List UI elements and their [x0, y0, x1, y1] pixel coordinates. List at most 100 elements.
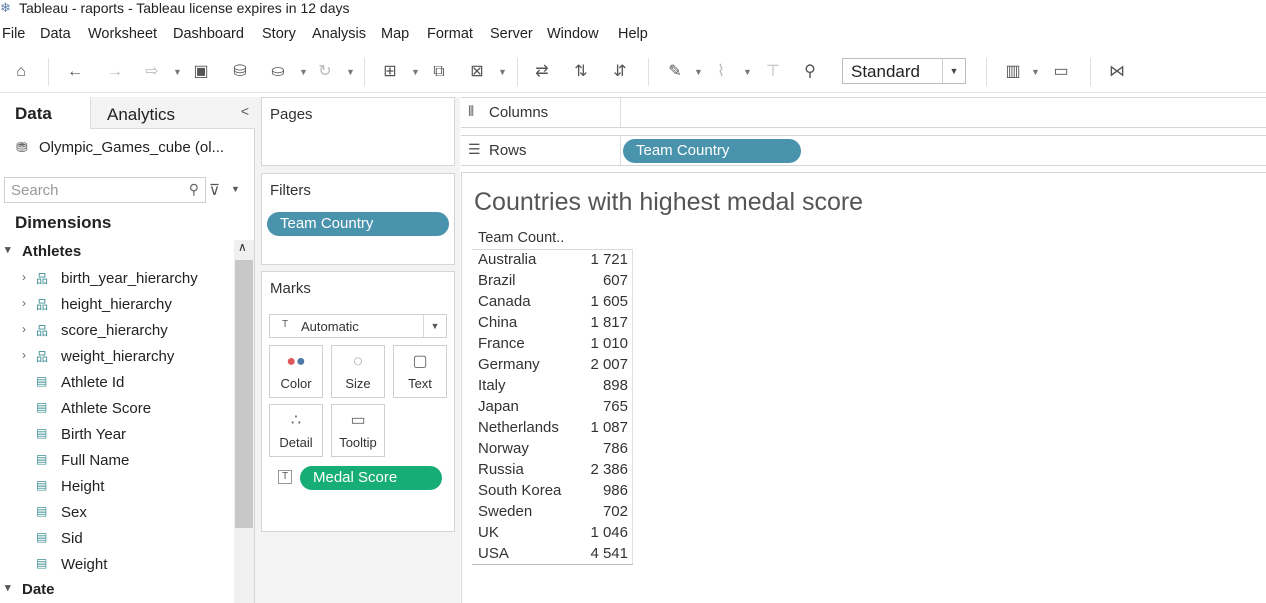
clear-caret-icon[interactable]: ▼ — [498, 62, 507, 82]
menu-story[interactable]: Story — [262, 26, 296, 42]
menu-help[interactable]: Help — [618, 26, 648, 42]
search-icon[interactable]: ⚲ — [189, 181, 199, 198]
pages-card[interactable]: Pages — [261, 97, 455, 166]
refresh-icon[interactable]: ↻ — [314, 62, 336, 82]
duplicate-icon[interactable]: ⧉ — [428, 62, 450, 82]
menu-dashboard[interactable]: Dashboard — [173, 26, 244, 42]
filter-pill-team-country[interactable]: Team Country — [267, 212, 449, 236]
table-row[interactable]: Russia 2 386 — [472, 459, 633, 480]
field-birth-year[interactable]: ▤ Birth Year — [0, 423, 232, 449]
chevron-right-icon[interactable]: › — [22, 348, 26, 362]
field-height[interactable]: ▤ Height — [0, 475, 232, 501]
table-row[interactable]: UK 1 046 — [472, 522, 633, 543]
field-sex[interactable]: ▤ Sex — [0, 501, 232, 527]
table-row[interactable]: South Korea 986 — [472, 480, 633, 501]
undo-icon[interactable]: ← — [64, 62, 86, 82]
chevron-right-icon[interactable]: › — [22, 322, 26, 336]
show-me-icon[interactable]: ▥ — [1002, 62, 1024, 82]
menu-file[interactable]: File — [2, 26, 25, 42]
field-sid[interactable]: ▤ Sid — [0, 527, 232, 553]
menu-map[interactable]: Map — [381, 26, 409, 42]
field-height-hierarchy[interactable]: › 品 height_hierarchy — [0, 293, 232, 319]
column-header-team-country[interactable]: Team Count.. — [478, 230, 564, 246]
table-row[interactable]: Brazil 607 — [472, 270, 633, 291]
new-datasource-icon[interactable]: ⛁ — [229, 62, 251, 82]
mark-type-select[interactable]: T Automatic ▼ — [269, 314, 447, 338]
chevron-down-icon[interactable]: ▾ — [5, 581, 11, 594]
table-row[interactable]: Australia 1 721 — [472, 249, 633, 270]
table-row[interactable]: France 1 010 — [472, 333, 633, 354]
table-row[interactable]: Italy 898 — [472, 375, 633, 396]
pause-caret-icon[interactable]: ▼ — [299, 62, 308, 82]
tooltip-button[interactable]: ▭ Tooltip — [331, 404, 385, 457]
filter-icon[interactable]: ⊽ — [209, 181, 220, 199]
field-birth-year-hierarchy[interactable]: › 品 birth_year_hierarchy — [0, 267, 232, 293]
field-weight[interactable]: ▤ Weight — [0, 553, 232, 579]
share-icon[interactable]: ⋈ — [1106, 62, 1128, 82]
chevron-down-icon[interactable]: ▾ — [5, 243, 11, 256]
text-button[interactable]: ▢ Text — [393, 345, 447, 398]
menu-format[interactable]: Format — [427, 26, 473, 42]
color-button[interactable]: ●● Color — [269, 345, 323, 398]
field-weight-hierarchy[interactable]: › 品 weight_hierarchy — [0, 345, 232, 371]
table-row[interactable]: Japan 765 — [472, 396, 633, 417]
chevron-up-icon[interactable]: ∧ — [238, 240, 247, 254]
new-worksheet-caret-icon[interactable]: ▼ — [411, 62, 420, 82]
tab-data[interactable]: Data — [0, 97, 90, 129]
chevron-right-icon[interactable]: › — [22, 270, 26, 284]
presentation-mode-icon[interactable]: ▭ — [1050, 62, 1072, 82]
home-icon[interactable]: ⌂ — [10, 62, 32, 82]
field-score-hierarchy[interactable]: › 品 score_hierarchy — [0, 319, 232, 345]
columns-shelf[interactable]: ⦀ Columns — [461, 97, 1266, 128]
rows-pill-team-country[interactable]: Team Country — [623, 139, 801, 163]
group-athletes[interactable]: ▾ Athletes — [5, 243, 225, 263]
fit-mode-select[interactable]: Standard ▼ — [842, 58, 966, 84]
menu-data[interactable]: Data — [40, 26, 71, 42]
group-members-icon[interactable]: ⌇ — [710, 62, 732, 82]
chevron-down-icon[interactable]: ▼ — [942, 59, 965, 83]
show-mark-labels-icon[interactable]: ⊤ — [762, 62, 784, 82]
table-row[interactable]: China 1 817 — [472, 312, 633, 333]
save-icon[interactable]: ▣ — [190, 62, 212, 82]
clear-sheet-icon[interactable]: ⊠ — [466, 62, 488, 82]
data-pane-scrollbar[interactable]: ∧ — [234, 240, 254, 603]
highlight-icon[interactable]: ✎ — [664, 62, 686, 82]
marks-pill-medal-score[interactable]: Medal Score — [300, 466, 442, 490]
rows-shelf[interactable]: ☰ Rows — [461, 135, 1266, 166]
redo-icon[interactable]: → — [104, 62, 126, 82]
chevron-right-icon[interactable]: › — [22, 296, 26, 310]
field-full-name[interactable]: ▤ Full Name — [0, 449, 232, 475]
table-row[interactable]: Sweden 702 — [472, 501, 633, 522]
scrollbar-thumb[interactable] — [235, 260, 253, 528]
refresh-caret-icon[interactable]: ▼ — [346, 62, 355, 82]
swap-rows-columns-icon[interactable]: ⇄ — [531, 62, 553, 82]
tab-analytics[interactable]: Analytics < — [90, 97, 255, 129]
menu-window[interactable]: Window — [547, 26, 599, 42]
field-athlete-id[interactable]: ▤ Athlete Id — [0, 371, 232, 397]
table-row[interactable]: USA 4 541 — [472, 543, 633, 564]
fix-axes-icon[interactable]: ⚲ — [799, 62, 821, 82]
table-row[interactable]: Canada 1 605 — [472, 291, 633, 312]
replay-caret-icon[interactable]: ▼ — [173, 62, 182, 82]
show-me-caret-icon[interactable]: ▼ — [1031, 62, 1040, 82]
chevron-down-icon[interactable]: ▼ — [423, 315, 446, 337]
highlight-caret-icon[interactable]: ▼ — [694, 62, 703, 82]
detail-button[interactable]: ∴ Detail — [269, 404, 323, 457]
pause-updates-icon[interactable]: ⛀ — [267, 62, 289, 82]
table-row[interactable]: Germany 2 007 — [472, 354, 633, 375]
table-row[interactable]: Netherlands 1 087 — [472, 417, 633, 438]
sort-ascending-icon[interactable]: ⇅ — [570, 62, 592, 82]
group-date[interactable]: ▾ Date — [5, 581, 225, 601]
field-athlete-score[interactable]: ▤ Athlete Score — [0, 397, 232, 423]
sort-descending-icon[interactable]: ⇵ — [609, 62, 631, 82]
group-caret-icon[interactable]: ▼ — [743, 62, 752, 82]
menu-analysis[interactable]: Analysis — [312, 26, 366, 42]
search-input[interactable]: Search ⚲ — [4, 177, 206, 203]
new-worksheet-icon[interactable]: ⊞ — [379, 62, 401, 82]
replay-icon[interactable]: ⇨ — [141, 62, 163, 82]
menu-worksheet[interactable]: Worksheet — [88, 26, 157, 42]
size-button[interactable]: ◌ Size — [331, 345, 385, 398]
table-row[interactable]: Norway 786 — [472, 438, 633, 459]
collapse-pane-icon[interactable]: < — [241, 103, 249, 119]
filter-caret-icon[interactable]: ▼ — [231, 184, 240, 194]
